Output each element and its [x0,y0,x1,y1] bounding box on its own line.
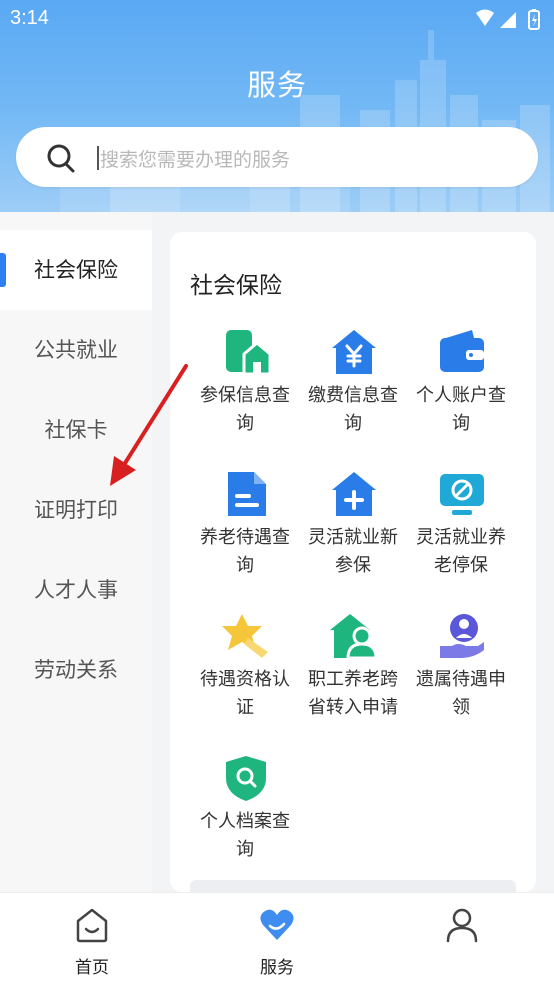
service-label: 个人档案查 询 [200,811,290,860]
sidebar-item-label: 劳动关系 [34,658,118,682]
service-label: 灵活就业养 老停保 [416,527,506,576]
status-time: 3:14 [10,7,49,29]
sidebar-item-talent-personnel[interactable]: 人才人事 [0,550,152,630]
service-label: 灵活就业新 参保 [308,527,398,576]
signal-icon [500,12,516,28]
sidebar-item-label: 人才人事 [34,578,118,602]
nav-profile[interactable] [392,893,532,984]
yuan-house-icon [332,330,376,374]
service-label: 养老待遇查 询 [200,527,290,576]
search-icon [47,144,75,173]
service-label: 参保信息查 询 [200,385,290,434]
person-house-icon [330,614,378,660]
nav-home[interactable]: 首页 [22,893,162,984]
profile-icon [446,908,478,943]
service-flexible-employment-stop[interactable]: 灵活就业养 老停保 [400,470,522,610]
status-bar: 3:14 [0,0,554,38]
status-icons [476,9,540,30]
service-label: 个人账户查 询 [416,385,506,434]
search-input[interactable]: 搜索您需要办理的服务 [16,127,538,187]
sidebar-item-labor-relations[interactable]: 劳动关系 [0,630,152,710]
service-label: 职工养老跨 省转入申请 [308,669,398,718]
search-placeholder: 搜索您需要办理的服务 [100,149,291,171]
shield-search-icon [226,756,266,801]
service-survivor-benefit-claim[interactable]: 遗属待遇申 领 [400,612,522,752]
hand-person-icon [440,614,484,658]
sidebar-item-label: 公共就业 [34,338,118,362]
service-panel: 社会保险 参保信息查 询 缴费信息查 询 个人账户查 询 养老待遇查 询 灵活就… [170,232,536,892]
header: 3:14 服务 搜索您需要办理的服务 [0,0,554,212]
service-label: 遗属待遇申 领 [416,669,506,718]
home-icon [76,908,108,943]
section-title: 社会保险 [190,273,282,299]
nav-label: 服务 [260,958,294,978]
page-title: 服务 [246,68,307,102]
sidebar-item-social-insurance[interactable]: 社会保险 [0,230,152,310]
monitor-stop-icon [440,474,484,515]
red-annotation-arrow [110,364,188,486]
service-flexible-employment-enroll[interactable]: 灵活就业新 参保 [292,470,414,610]
bottom-navigation: 首页 服务 [0,892,554,984]
service-pension-benefit-query[interactable]: 养老待遇查 询 [184,470,306,610]
nav-services[interactable]: 服务 [207,893,347,984]
nav-label: 首页 [75,958,109,978]
sidebar-item-label: 社保卡 [44,418,108,442]
active-indicator [0,253,6,287]
service-label: 待遇资格认 证 [200,669,290,718]
service-personal-archive-query[interactable]: 个人档案查 询 [184,754,306,894]
plus-house-icon [332,472,376,516]
category-sidebar: 社会保险 公共就业 社保卡 证明打印 人才人事 劳动关系 [0,212,152,892]
sidebar-item-label: 证明打印 [34,498,118,522]
phone-house-icon [226,330,270,376]
wallet-icon [440,330,484,372]
service-personal-account-query[interactable]: 个人账户查 询 [400,328,522,468]
service-benefit-qualification-certify[interactable]: 待遇资格认 证 [184,612,306,752]
sidebar-item-label: 社会保险 [34,258,118,282]
service-label: 缴费信息查 询 [308,385,398,434]
wifi-icon [476,9,494,26]
text-cursor [97,146,99,170]
star-badge-icon [222,614,268,658]
document-icon [228,472,266,516]
service-insurance-info-query[interactable]: 参保信息查 询 [184,328,306,468]
service-cross-province-pension-transfer[interactable]: 职工养老跨 省转入申请 [292,612,414,752]
service-payment-info-query[interactable]: 缴费信息查 询 [292,328,414,468]
heart-icon [260,909,294,940]
